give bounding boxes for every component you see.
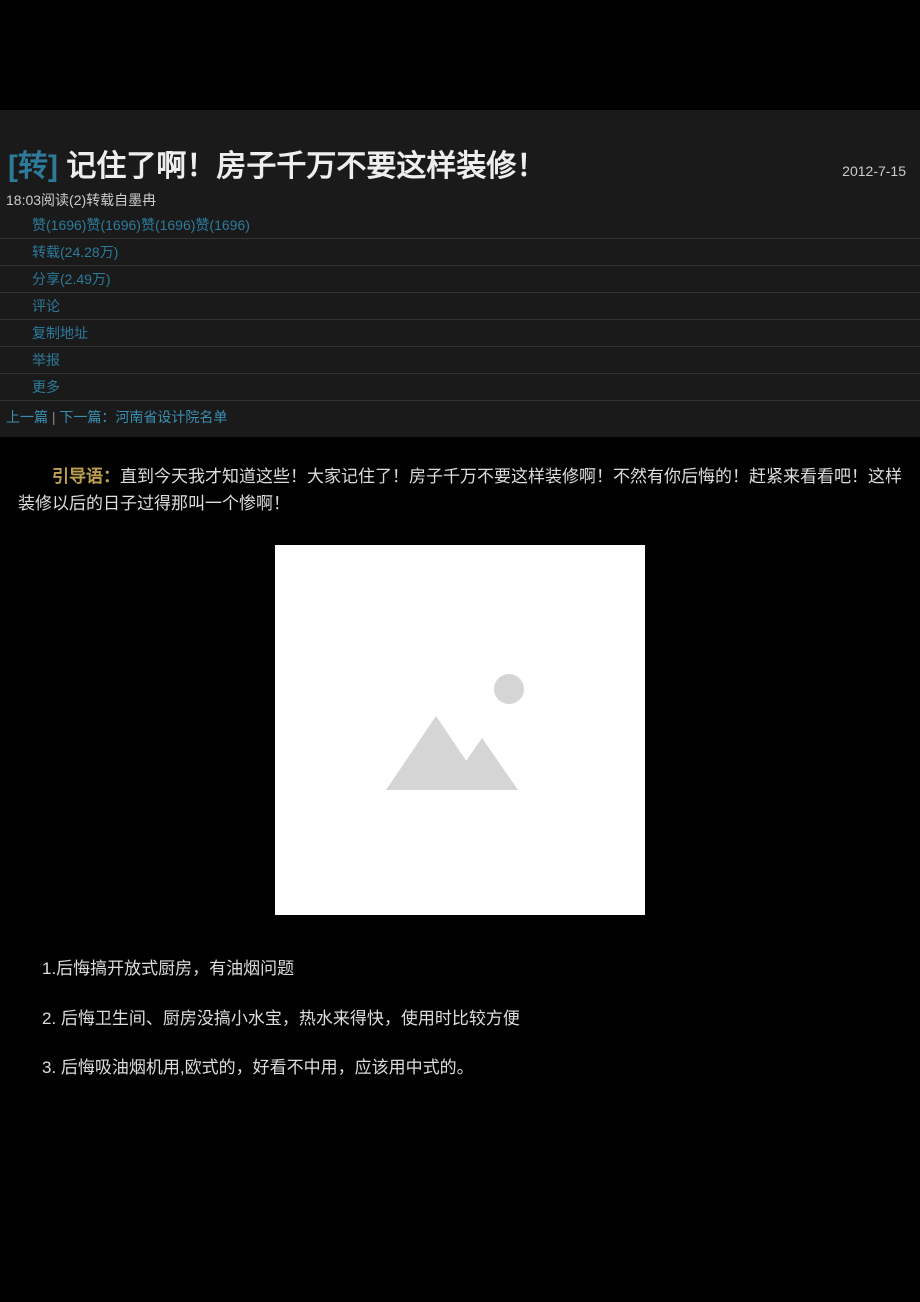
- action-list: 赞(1696)赞(1696)赞(1696)赞(1696) 转载(24.28万) …: [0, 212, 920, 401]
- action-more[interactable]: 更多: [0, 374, 920, 401]
- post-time: 18:03: [6, 192, 41, 208]
- article-nav: 上一篇 | 下一篇：河南省设计院名单: [0, 401, 920, 437]
- repost-from-user: 墨冉: [128, 192, 156, 208]
- article-date: 2012-7-15: [842, 163, 912, 179]
- action-copy[interactable]: 复制地址: [0, 320, 920, 347]
- article-title: [转] 记住了啊！房子千万不要这样装修！: [8, 146, 546, 188]
- intro-text: 直到今天我才知道这些！大家记住了！房子千万不要这样装修啊！不然有你后悔的！赶紧来…: [18, 467, 902, 513]
- action-comment[interactable]: 评论: [0, 293, 920, 320]
- intro-paragraph: 引导语：直到今天我才知道这些！大家记住了！房子千万不要这样装修啊！不然有你后悔的…: [18, 463, 902, 517]
- placeholder-image-icon: [380, 670, 540, 790]
- header-band: [0, 110, 920, 146]
- article-content: 引导语：直到今天我才知道这些！大家记住了！房子千万不要这样装修啊！不然有你后悔的…: [0, 437, 920, 1115]
- prev-article-link[interactable]: 上一篇: [6, 409, 48, 425]
- regret-item-3: 3. 后悔吸油烟机用,欧式的，好看不中用，应该用中式的。: [18, 1054, 902, 1081]
- action-like[interactable]: 赞(1696)赞(1696)赞(1696)赞(1696): [0, 212, 920, 239]
- action-repost[interactable]: 转载(24.28万): [0, 239, 920, 266]
- read-count: (2): [69, 192, 86, 208]
- meta-line: 18:03阅读(2)转载自墨冉: [0, 188, 920, 212]
- repost-from-label: 转载自: [86, 192, 128, 208]
- action-share[interactable]: 分享(2.49万): [0, 266, 920, 293]
- action-report[interactable]: 举报: [0, 347, 920, 374]
- title-text: 记住了啊！房子千万不要这样装修！: [58, 150, 546, 183]
- regret-item-2: 2. 后悔卫生间、厨房没搞小水宝，热水来得快，使用时比较方便: [18, 1005, 902, 1032]
- read-label: 阅读: [41, 192, 69, 208]
- image-placeholder: [275, 545, 645, 915]
- top-spacer: [0, 0, 920, 110]
- regret-item-1: 1.后悔搞开放式厨房，有油烟问题: [18, 955, 902, 982]
- nav-separator: |: [52, 409, 56, 425]
- next-article-link[interactable]: 下一篇：河南省设计院名单: [59, 409, 227, 425]
- intro-label: 引导语：: [52, 467, 120, 486]
- article-header: [转] 记住了啊！房子千万不要这样装修！ 2012-7-15: [0, 146, 920, 188]
- title-prefix: [转]: [8, 150, 58, 183]
